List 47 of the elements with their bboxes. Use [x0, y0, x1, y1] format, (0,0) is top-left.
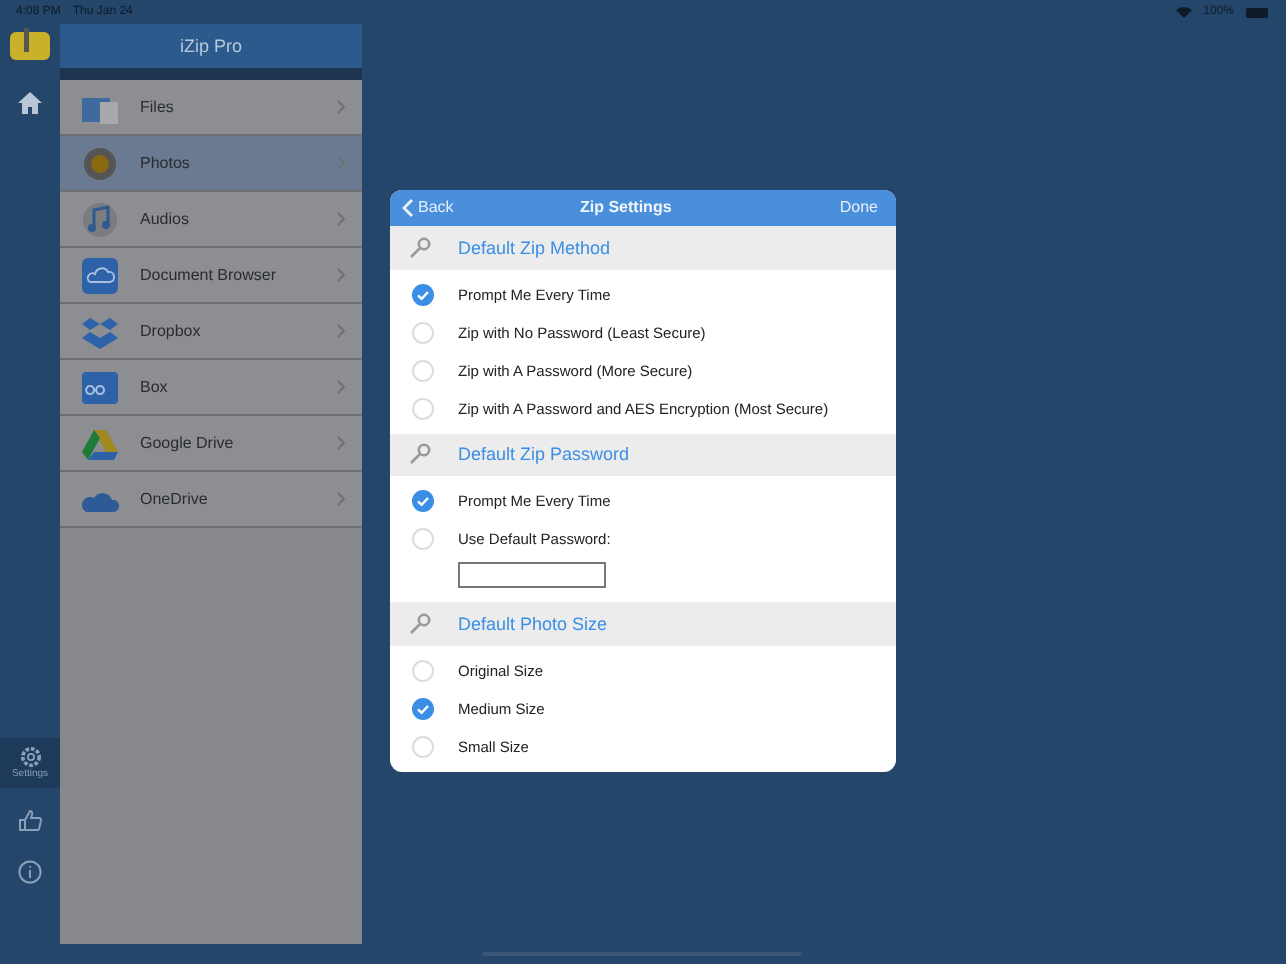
info-icon	[18, 860, 42, 884]
sidebar-item[interactable]: Photos	[60, 136, 362, 192]
wifi-icon	[1175, 6, 1192, 18]
chevron-icon	[336, 436, 346, 450]
back-button[interactable]: Back	[402, 197, 454, 218]
done-button[interactable]: Done	[797, 198, 878, 217]
chevron-icon	[336, 324, 346, 338]
chevron-icon	[336, 492, 346, 506]
chevron-icon	[336, 156, 346, 170]
settings-icon	[19, 746, 41, 768]
sidebar-item[interactable]: Box	[60, 360, 362, 416]
checked-radio-icon[interactable]	[412, 490, 434, 513]
triangle-icon	[80, 425, 120, 461]
lens-icon	[80, 145, 120, 181]
cloud-icon	[80, 257, 120, 293]
chevron-icon	[336, 380, 346, 394]
box-logo-icon	[80, 369, 120, 405]
radio-icon[interactable]	[412, 660, 434, 682]
sidebar-item[interactable]: Files	[60, 80, 362, 136]
thumbs-up-icon	[18, 808, 42, 832]
sidebar-item[interactable]: OneDrive	[60, 472, 362, 528]
chevron-icon	[336, 268, 346, 282]
radio-icon[interactable]	[412, 397, 434, 420]
radio-icon[interactable]	[412, 359, 434, 382]
chevron-icon	[336, 100, 346, 114]
battery-icon	[1246, 7, 1270, 17]
section-title: Default Zip Password	[458, 444, 630, 465]
app-logo-icon	[10, 28, 50, 60]
section-title: Default Zip Method	[458, 237, 611, 258]
sidebar-item[interactable]: Audios	[60, 192, 362, 248]
sidebar-item[interactable]: Google Drive	[60, 416, 362, 472]
home-icon	[18, 92, 42, 114]
sidebar-item[interactable]: Document Browser	[60, 248, 362, 304]
sidebar-item[interactable]: Dropbox	[60, 304, 362, 360]
radio-icon[interactable]	[412, 736, 434, 758]
box-icon	[80, 313, 120, 349]
checked-radio-icon[interactable]	[412, 283, 434, 306]
back-chevron-icon	[402, 197, 414, 218]
checked-radio-icon[interactable]	[412, 698, 434, 720]
chevron-icon	[336, 212, 346, 226]
music-note-icon	[80, 201, 120, 237]
radio-icon[interactable]	[412, 528, 434, 551]
radio-icon[interactable]	[412, 321, 434, 344]
password-field[interactable]	[458, 562, 606, 589]
dialog-title: Zip Settings	[580, 198, 672, 217]
section-title: Default Photo Size	[458, 614, 608, 635]
sidebar-title: iZip Pro	[60, 24, 362, 80]
